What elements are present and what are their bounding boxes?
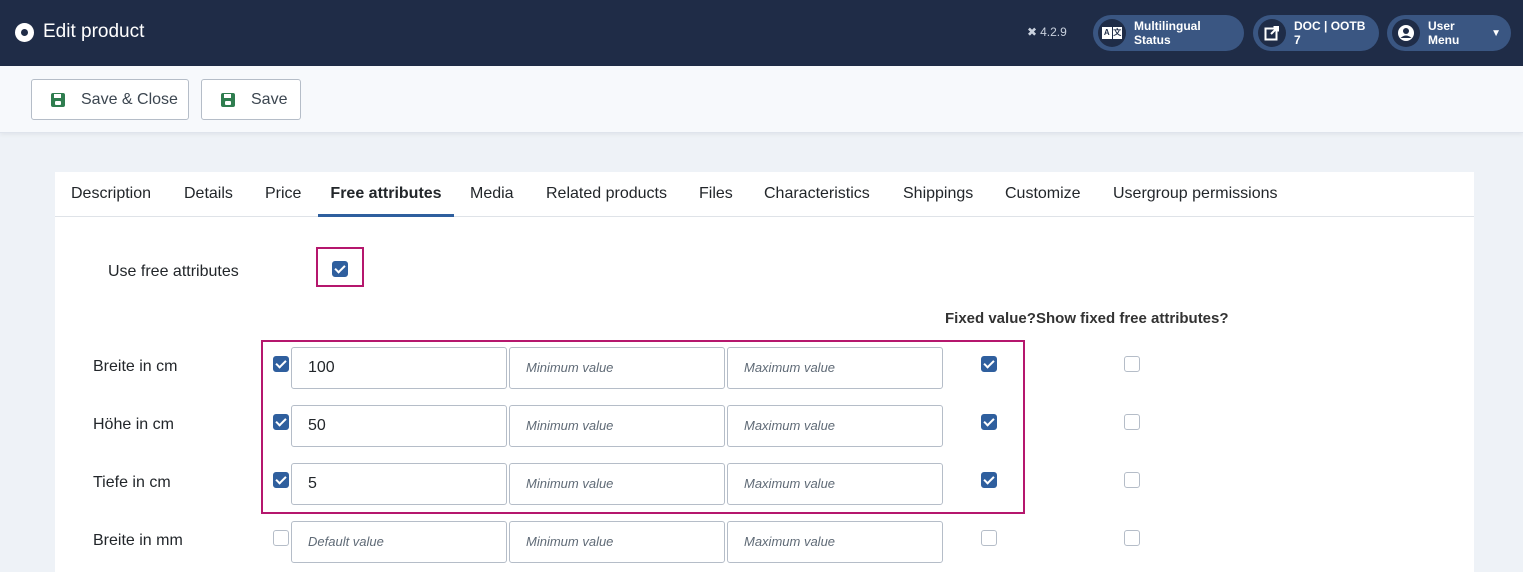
attribute-label: Tiefe in cm bbox=[93, 474, 171, 491]
multilingual-status-button[interactable]: A文 Multilingual Status bbox=[1093, 15, 1244, 51]
fixed-value-checkbox[interactable] bbox=[981, 356, 997, 372]
action-toolbar: Save & Close Save bbox=[0, 66, 1523, 133]
show-fixed-checkbox[interactable] bbox=[1124, 472, 1140, 488]
maximum-value-input[interactable] bbox=[727, 405, 943, 447]
user-icon bbox=[1392, 19, 1420, 47]
minimum-value-input[interactable] bbox=[509, 347, 725, 389]
show-fixed-header: Show fixed free attributes? bbox=[1036, 310, 1229, 327]
top-header: Edit product ✖ 4.2.9 A文 Multilingual Sta… bbox=[0, 0, 1523, 66]
use-free-attributes-label: Use free attributes bbox=[108, 263, 239, 280]
language-icon: A文 bbox=[1098, 19, 1126, 47]
show-fixed-checkbox[interactable] bbox=[1124, 530, 1140, 546]
minimum-value-input[interactable] bbox=[509, 463, 725, 505]
tab-related-products[interactable]: Related products bbox=[546, 172, 667, 217]
show-fixed-checkbox[interactable] bbox=[1124, 414, 1140, 430]
tab-customize[interactable]: Customize bbox=[1005, 172, 1081, 217]
save-label: Save bbox=[251, 90, 288, 108]
default-value-input[interactable] bbox=[291, 521, 507, 563]
default-value-input[interactable] bbox=[291, 405, 507, 447]
tab-description[interactable]: Description bbox=[71, 172, 151, 217]
tab-price[interactable]: Price bbox=[265, 172, 301, 217]
version-info: ✖ 4.2.9 bbox=[1027, 25, 1067, 39]
save-button[interactable]: Save bbox=[201, 79, 301, 120]
save-close-button[interactable]: Save & Close bbox=[31, 79, 189, 120]
attribute-label: Breite in mm bbox=[93, 532, 183, 549]
version-number: 4.2.9 bbox=[1040, 25, 1067, 39]
tab-free-attributes[interactable]: Free attributes bbox=[318, 172, 454, 217]
user-menu-button[interactable]: User Menu ▼ bbox=[1387, 15, 1511, 51]
page-title: Edit product bbox=[43, 21, 145, 42]
attribute-enable-checkbox[interactable] bbox=[273, 414, 289, 430]
tab-characteristics[interactable]: Characteristics bbox=[764, 172, 870, 217]
multilingual-status-label: Multilingual Status bbox=[1134, 19, 1201, 47]
doc-link-label: DOC | OOTB 7 bbox=[1294, 19, 1366, 47]
minimum-value-input[interactable] bbox=[509, 405, 725, 447]
use-free-attributes-checkbox[interactable] bbox=[332, 261, 348, 277]
default-value-input[interactable] bbox=[291, 347, 507, 389]
product-form-card: Description Details Price Free attribute… bbox=[55, 172, 1474, 572]
tab-files[interactable]: Files bbox=[699, 172, 733, 217]
show-fixed-checkbox[interactable] bbox=[1124, 356, 1140, 372]
default-value-input[interactable] bbox=[291, 463, 507, 505]
save-icon bbox=[221, 92, 235, 107]
user-menu-label: User Menu bbox=[1428, 19, 1460, 47]
tab-usergroup-permissions[interactable]: Usergroup permissions bbox=[1113, 172, 1278, 217]
attribute-enable-checkbox[interactable] bbox=[273, 530, 289, 546]
fixed-value-checkbox[interactable] bbox=[981, 530, 997, 546]
minimum-value-input[interactable] bbox=[509, 521, 725, 563]
external-link-icon bbox=[1258, 19, 1286, 47]
joomla-icon: ✖ bbox=[1027, 25, 1038, 39]
fixed-value-header: Fixed value? bbox=[945, 310, 1036, 327]
tab-shippings[interactable]: Shippings bbox=[903, 172, 973, 217]
save-icon bbox=[51, 92, 65, 107]
attribute-label: Höhe in cm bbox=[93, 416, 174, 433]
attribute-enable-checkbox[interactable] bbox=[273, 356, 289, 372]
fixed-value-checkbox[interactable] bbox=[981, 472, 997, 488]
product-icon bbox=[15, 23, 34, 42]
maximum-value-input[interactable] bbox=[727, 521, 943, 563]
chevron-down-icon: ▼ bbox=[1491, 27, 1501, 39]
attribute-label: Breite in cm bbox=[93, 358, 178, 375]
attribute-enable-checkbox[interactable] bbox=[273, 472, 289, 488]
fixed-value-checkbox[interactable] bbox=[981, 414, 997, 430]
tab-media[interactable]: Media bbox=[470, 172, 514, 217]
maximum-value-input[interactable] bbox=[727, 347, 943, 389]
maximum-value-input[interactable] bbox=[727, 463, 943, 505]
doc-link-button[interactable]: DOC | OOTB 7 bbox=[1253, 15, 1379, 51]
save-close-label: Save & Close bbox=[81, 90, 178, 108]
tab-bar: Description Details Price Free attribute… bbox=[55, 172, 1474, 217]
tab-details[interactable]: Details bbox=[184, 172, 233, 217]
